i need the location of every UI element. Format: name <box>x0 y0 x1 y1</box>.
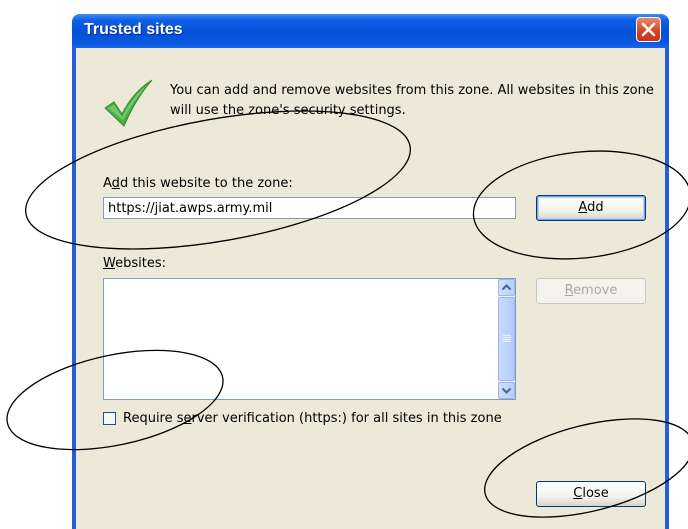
scroll-up-button[interactable] <box>498 279 515 296</box>
require-verification-label[interactable]: Require server verification (https:) for… <box>123 411 502 426</box>
websites-list[interactable] <box>103 278 516 400</box>
dialog-body: You can add and remove websites from thi… <box>76 48 665 529</box>
scroll-down-button[interactable] <box>498 382 515 399</box>
title-bar[interactable]: Trusted sites <box>72 14 669 48</box>
close-window-button[interactable] <box>636 17 661 42</box>
dialog-title: Trusted sites <box>84 21 183 38</box>
add-website-label: Add this website to the zone: <box>103 176 293 191</box>
chevron-up-icon <box>501 284 512 291</box>
websites-label: Websites: <box>103 256 166 271</box>
dialog-window: Trusted sites You can add and remove web… <box>72 14 669 529</box>
remove-button[interactable]: Remove <box>536 278 646 304</box>
checkmark-icon <box>104 79 153 127</box>
website-url-input[interactable] <box>103 197 516 219</box>
add-button[interactable]: Add <box>536 195 646 221</box>
require-verification-checkbox[interactable] <box>103 412 116 425</box>
zone-description: You can add and remove websites from thi… <box>170 83 654 118</box>
chevron-down-icon <box>501 387 512 394</box>
close-icon <box>641 22 656 37</box>
websites-scrollbar[interactable] <box>498 279 515 399</box>
close-button[interactable]: Close <box>536 481 646 507</box>
scroll-thumb[interactable] <box>498 297 515 381</box>
